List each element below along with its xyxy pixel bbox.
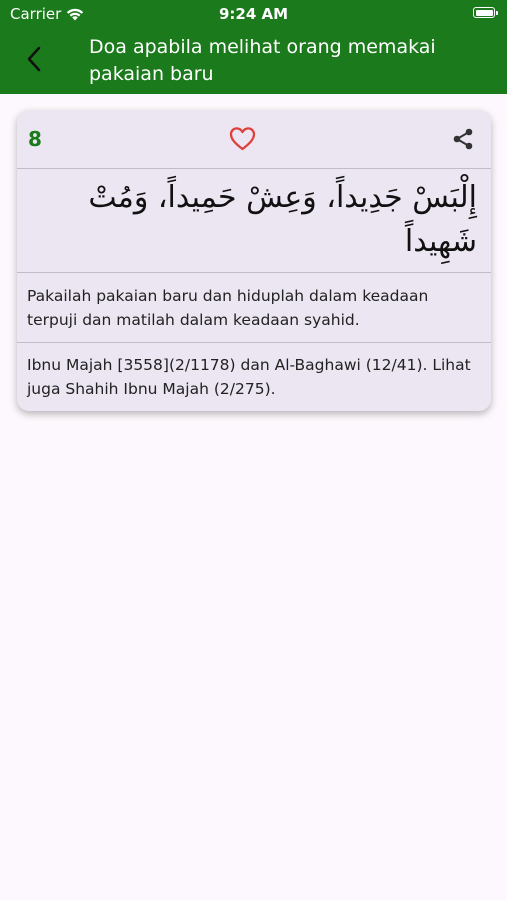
divider — [17, 342, 491, 343]
status-time: 9:24 AM — [218, 5, 289, 23]
arabic-text: إِلْبَسْ جَدِيداً، وَعِشْ حَمِيداً، وَمُ… — [88, 180, 477, 259]
share-button[interactable] — [451, 127, 475, 151]
dua-card: 8 إِلْبَسْ جَدِيداً، وَعِشْ حَمِيداً، وَ… — [17, 110, 491, 411]
divider — [17, 168, 491, 169]
back-button[interactable] — [22, 44, 48, 74]
status-bar: Carrier 9:24 AM — [0, 0, 507, 28]
battery-icon — [473, 7, 498, 18]
page-title: Doa apabila melihat orang memakai pakaia… — [89, 36, 436, 85]
translation-text: Pakailah pakaian baru dan hiduplah dalam… — [27, 287, 429, 329]
heart-outline-icon — [229, 127, 256, 151]
reference-text: Ibnu Majah [3558](2/1178) dan Al-Baghawi… — [27, 356, 471, 398]
card-header: 8 — [17, 110, 491, 168]
divider — [17, 272, 491, 273]
dua-number: 8 — [28, 127, 42, 151]
favorite-button[interactable] — [229, 126, 256, 152]
chevron-left-icon — [27, 46, 41, 72]
share-icon — [453, 128, 473, 150]
app-bar: Doa apabila melihat orang memakai pakaia… — [0, 28, 507, 94]
